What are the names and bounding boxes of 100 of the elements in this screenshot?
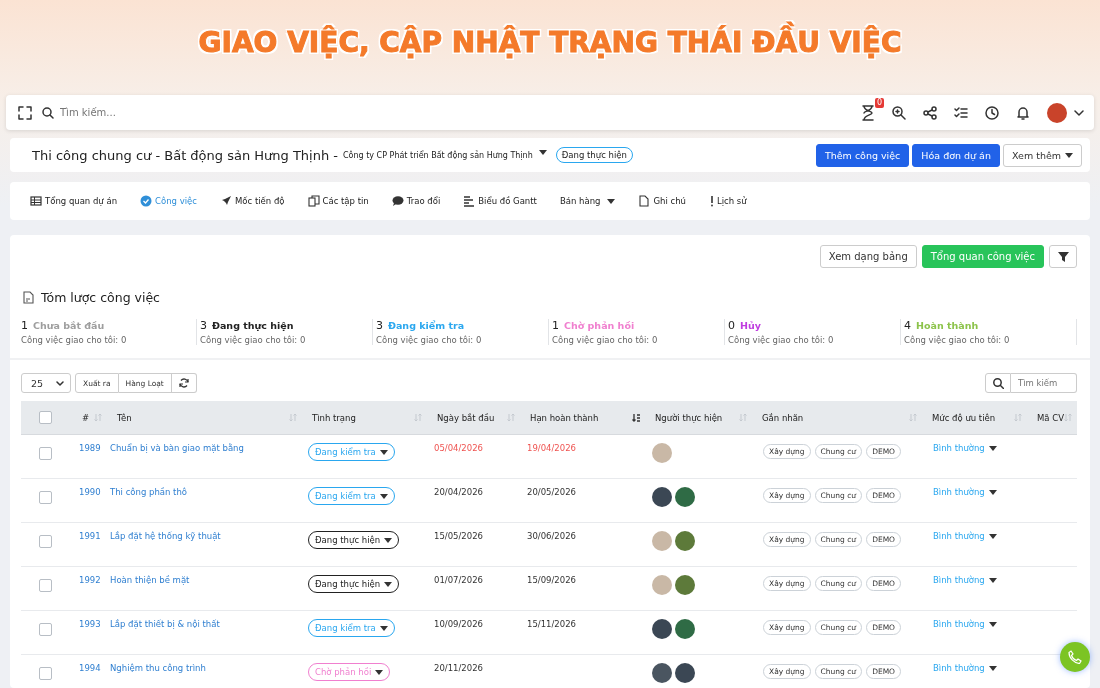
task-name-link[interactable]: Chuẩn bị và bàn giao mặt bằng: [110, 443, 244, 453]
status-dropdown[interactable]: Đang kiểm tra: [308, 443, 395, 461]
table-icon: [30, 195, 42, 207]
clock-icon[interactable]: [985, 105, 999, 120]
due-date: 19/04/2026: [526, 443, 576, 453]
sort-icon[interactable]: [1064, 413, 1072, 422]
sort-icon[interactable]: [909, 413, 917, 422]
status-label: Hoàn thành: [916, 320, 979, 331]
tab[interactable]: Mốc tiến độ: [219, 195, 285, 207]
sort-icon[interactable]: [414, 413, 422, 422]
caret-icon: [607, 198, 616, 204]
row-checkbox[interactable]: [39, 447, 52, 460]
priority-dropdown[interactable]: Bình thường: [925, 663, 997, 673]
company-dropdown[interactable]: Công ty CP Phát triển Bất động sản Hưng Thịnh: [343, 150, 547, 160]
column-header[interactable]: Người thực hiện: [655, 412, 723, 423]
chevron-down-icon[interactable]: [1074, 109, 1084, 116]
tab[interactable]: Lịch sử: [708, 195, 747, 207]
column-header[interactable]: #: [82, 412, 90, 423]
sort-icon[interactable]: [94, 413, 102, 422]
status-label: Chờ phản hồi: [564, 320, 635, 331]
caret-icon: [538, 149, 547, 155]
task-id-link[interactable]: 1989: [79, 443, 101, 453]
sort-icon[interactable]: [507, 413, 515, 422]
task-id-link[interactable]: 1992: [79, 575, 101, 585]
sort-icon[interactable]: [1014, 413, 1022, 422]
status-dropdown[interactable]: Đang kiểm tra: [308, 487, 395, 505]
task-name-link[interactable]: Nghiệm thu công trình: [110, 663, 206, 673]
share-icon[interactable]: [923, 105, 937, 120]
search-field[interactable]: Tìm kiếm: [1011, 373, 1077, 393]
column-header[interactable]: Hạn hoàn thành: [530, 412, 599, 423]
row-checkbox[interactable]: [39, 491, 52, 504]
status-note: Công việc giao cho tôi: 0: [904, 335, 1011, 345]
start-date: 01/07/2026: [433, 575, 483, 585]
sort-descending-icon[interactable]: [632, 413, 640, 422]
tab[interactable]: Biểu đồ Gantt: [463, 195, 537, 207]
column-header[interactable]: Ngày bắt đầu: [437, 412, 495, 423]
priority-dropdown[interactable]: Bình thường: [925, 443, 997, 453]
zoom-search-icon[interactable]: [892, 105, 906, 120]
row-checkbox[interactable]: [39, 667, 52, 680]
start-date: 05/04/2026: [433, 443, 483, 453]
search-icon: [992, 377, 1004, 389]
hourglass-icon[interactable]: [861, 104, 875, 121]
priority-dropdown[interactable]: Bình thường: [925, 575, 997, 585]
priority-dropdown[interactable]: Bình thường: [925, 531, 997, 541]
column-header[interactable]: Tình trạng: [312, 412, 356, 423]
due-date: 30/06/2026: [526, 531, 576, 541]
checklist-icon[interactable]: [954, 105, 968, 120]
task-name-link[interactable]: Lắp đặt hệ thống kỹ thuật: [110, 531, 221, 541]
status-label: Chưa bắt đầu: [33, 320, 105, 331]
status-note: Công việc giao cho tôi: 0: [376, 335, 483, 345]
tab[interactable]: Ghi chú: [638, 195, 686, 207]
due-date: 15/09/2026: [526, 575, 576, 585]
task-name-link[interactable]: Lắp đặt thiết bị & nội thất: [110, 619, 220, 629]
caret-icon: [384, 581, 393, 587]
view-button[interactable]: Xem dạng bảng: [819, 245, 917, 268]
status-dropdown[interactable]: Đang thực hiện: [308, 575, 400, 593]
caret-icon: [379, 625, 388, 631]
status-dropdown[interactable]: Đang kiểm tra: [308, 619, 395, 637]
tab[interactable]: Tổng quan dự án: [30, 195, 118, 207]
status-note: Công việc giao cho tôi: 0: [552, 335, 659, 345]
priority-dropdown[interactable]: Bình thường: [925, 487, 997, 497]
task-id-link[interactable]: 1991: [79, 531, 101, 541]
task-id-link[interactable]: 1990: [79, 487, 101, 497]
column-header[interactable]: Gắn nhãn: [762, 412, 804, 423]
phone-icon: [1068, 650, 1082, 664]
task-name-link[interactable]: Thi công phần thô: [110, 487, 187, 497]
refresh-button[interactable]: [171, 373, 197, 393]
action-button[interactable]: Hóa đơn dự án: [912, 143, 1000, 167]
action-button[interactable]: Thêm công việc: [815, 143, 910, 167]
filter-button[interactable]: [1049, 245, 1077, 268]
column-header[interactable]: Tên: [117, 412, 132, 423]
search-button[interactable]: [985, 373, 1011, 393]
row-checkbox[interactable]: [39, 535, 52, 548]
task-name-link[interactable]: Hoàn thiện bề mặt: [110, 575, 190, 585]
section-title: Tóm lược công việc: [41, 290, 160, 305]
task-id-link[interactable]: 1994: [79, 663, 101, 673]
caret-icon: [384, 537, 393, 543]
page-size-select[interactable]: 25: [21, 373, 71, 393]
status-label: Đang kiểm tra: [388, 320, 465, 331]
priority-dropdown[interactable]: Bình thường: [925, 619, 997, 629]
task-id-link[interactable]: 1993: [79, 619, 101, 629]
row-checkbox[interactable]: [39, 623, 52, 636]
column-header[interactable]: Mức độ ưu tiên: [932, 412, 996, 423]
column-header[interactable]: Mã CV: [1037, 412, 1064, 423]
caret-icon: [1065, 152, 1073, 158]
status-note: Công việc giao cho tôi: 0: [728, 335, 835, 345]
more-dropdown-button[interactable]: Xem thêm: [1002, 143, 1082, 167]
fullscreen-icon[interactable]: [18, 105, 32, 120]
row-checkbox[interactable]: [39, 579, 52, 592]
select-all-checkbox[interactable]: [39, 411, 52, 424]
bell-icon[interactable]: [1016, 105, 1030, 120]
status-dropdown[interactable]: Đang thực hiện: [308, 531, 400, 549]
document-icon: [23, 291, 34, 304]
user-avatar[interactable]: [1047, 102, 1067, 123]
tab[interactable]: Công việc: [140, 195, 197, 207]
sort-icon[interactable]: [739, 413, 747, 422]
tab[interactable]: Bán hàng: [559, 196, 616, 206]
sort-icon[interactable]: [289, 413, 297, 422]
tab[interactable]: Các tập tin: [307, 195, 369, 207]
tab[interactable]: Trao đổi: [391, 195, 441, 207]
